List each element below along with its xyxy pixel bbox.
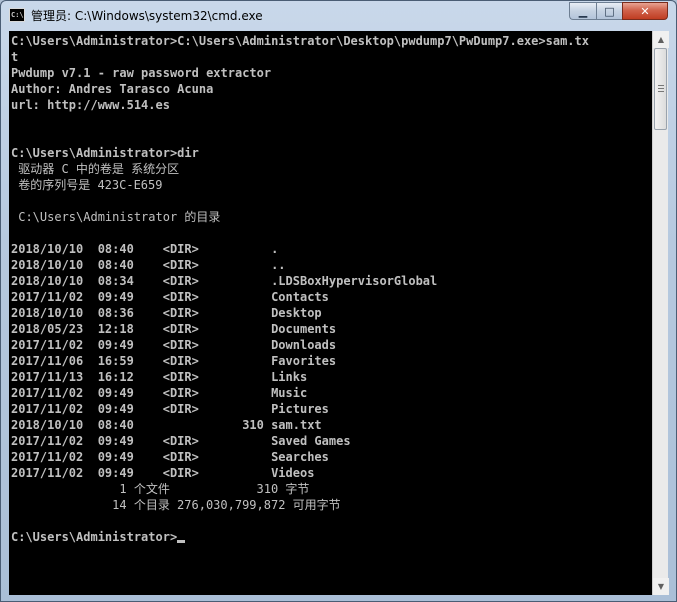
caption-buttons: ▁ □ ✕ bbox=[569, 2, 668, 22]
grip-line bbox=[658, 85, 664, 86]
window-title: 管理员: C:\Windows\system32\cmd.exe bbox=[31, 9, 263, 23]
cmd-console-icon[interactable]: C:\ bbox=[9, 8, 25, 22]
close-icon: ✕ bbox=[640, 4, 650, 18]
title-bar[interactable]: C:\ 管理员: C:\Windows\system32\cmd.exe ▁ □… bbox=[1, 1, 676, 31]
console-line: 2017/11/06 16:59 <DIR> Favorites bbox=[11, 354, 337, 368]
console-output[interactable]: C:\Users\Administrator> C:\Users\Administ… bbox=[9, 31, 652, 595]
console-line: 2017/11/02 09:49 <DIR> Downloads bbox=[11, 338, 337, 352]
console-line: 2017/11/02 09:49 <DIR> Searches bbox=[11, 450, 329, 464]
console-line: 2017/11/02 09:49 <DIR> Pictures bbox=[11, 402, 329, 416]
minimize-button[interactable]: ▁ bbox=[569, 2, 596, 20]
scroll-up-button[interactable]: ▲ bbox=[653, 31, 669, 48]
console-lines: C:\Users\Administrator> C:\Users\Administ… bbox=[11, 33, 589, 545]
maximize-button[interactable]: □ bbox=[596, 2, 622, 20]
console-line: Pwdump v7.1 - raw password extractor bbox=[11, 66, 272, 80]
console-line: 2017/11/02 09:49 <DIR> Music bbox=[11, 386, 308, 400]
console-line: C:\Users\Administrator>C:\Users\Administ… bbox=[11, 34, 589, 48]
console-line: 2017/11/02 09:49 <DIR> Videos bbox=[11, 466, 315, 480]
console-line: 1 个文件 310 字节 bbox=[11, 482, 310, 496]
console-line: C:\Users\Administrator>dir bbox=[11, 146, 199, 160]
cmd-window: C:\ 管理员: C:\Windows\system32\cmd.exe ▁ □… bbox=[0, 0, 677, 602]
console-line: 2018/10/10 08:34 <DIR> .LDSBoxHypervisor… bbox=[11, 274, 438, 288]
console-line: 2018/10/10 08:40 310 sam.txt bbox=[11, 418, 322, 432]
console-line: t bbox=[11, 50, 19, 64]
console-line: Author: Andres Tarasco Acuna bbox=[11, 82, 214, 96]
console-line: C:\Users\Administrator 的目录 bbox=[11, 210, 221, 224]
minimize-icon: ▁ bbox=[578, 4, 588, 18]
prompt-text: C:\Users\Administrator> bbox=[11, 530, 178, 544]
scroll-down-button[interactable]: ▼ bbox=[653, 578, 669, 595]
console-line: 驱动器 C 中的卷是 系统分区 bbox=[11, 162, 180, 176]
console-line: 2017/11/13 16:12 <DIR> Links bbox=[11, 370, 308, 384]
console-line: 2017/11/02 09:49 <DIR> Contacts bbox=[11, 290, 329, 304]
console-line: 卷的序列号是 423C-E659 bbox=[11, 178, 163, 192]
arrow-up-icon: ▲ bbox=[657, 35, 665, 44]
close-button[interactable]: ✕ bbox=[622, 2, 668, 20]
console-line: 2018/10/10 08:40 <DIR> . bbox=[11, 242, 279, 256]
console-line: 2018/10/10 08:36 <DIR> Desktop bbox=[11, 306, 322, 320]
console-line: 2018/05/23 12:18 <DIR> Documents bbox=[11, 322, 337, 336]
command-prompt-line: C:\Users\Administrator> bbox=[11, 529, 589, 545]
console-line: url: http://www.514.es bbox=[11, 98, 170, 112]
arrow-down-icon: ▼ bbox=[657, 582, 665, 591]
console-line: 2018/10/10 08:40 <DIR> .. bbox=[11, 258, 286, 272]
console-line: 14 个目录 276,030,799,872 可用字节 bbox=[11, 498, 341, 512]
scroll-thumb[interactable] bbox=[654, 48, 667, 130]
console-line: 2017/11/02 09:49 <DIR> Saved Games bbox=[11, 434, 351, 448]
grip-line bbox=[658, 91, 664, 92]
vertical-scrollbar[interactable]: ▲ ▼ bbox=[652, 31, 669, 595]
grip-line bbox=[658, 88, 664, 89]
maximize-icon: □ bbox=[604, 4, 615, 18]
text-cursor bbox=[177, 540, 186, 543]
